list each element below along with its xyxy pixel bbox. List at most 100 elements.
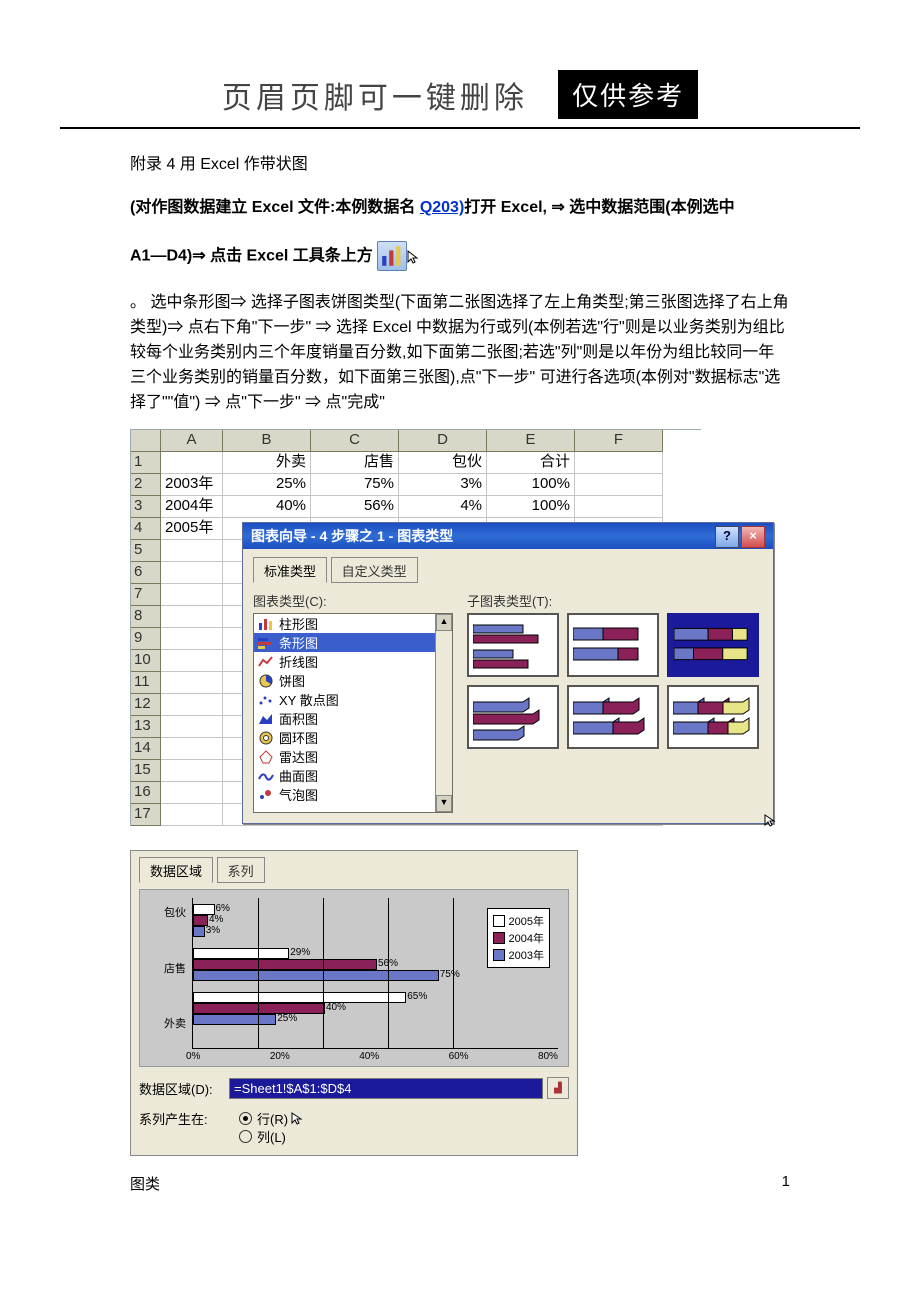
cell[interactable] (575, 452, 663, 474)
cell[interactable]: 25% (223, 474, 311, 496)
radio-cols[interactable]: 列(L) (239, 1127, 304, 1145)
chart-wizard-dialog[interactable]: 图表向导 - 4 步骤之 1 - 图表类型 ? × 标准类型 自定义类型 图表类… (242, 522, 774, 824)
row-number[interactable]: 17 (131, 804, 161, 826)
col-F[interactable]: F (575, 430, 663, 452)
chart-type-item[interactable]: 气泡图 (254, 785, 452, 804)
cell[interactable]: 2005年 (161, 518, 223, 540)
cell[interactable] (161, 760, 223, 782)
cell[interactable]: 100% (487, 496, 575, 518)
header-title: 页眉页脚可一键删除 (222, 73, 528, 117)
row-number[interactable]: 7 (131, 584, 161, 606)
cell[interactable] (161, 716, 223, 738)
chart-type-item[interactable]: 雷达图 (254, 747, 452, 766)
row-number[interactable]: 6 (131, 562, 161, 584)
subtype-3-selected[interactable] (667, 613, 759, 677)
cell[interactable]: 包伙 (399, 452, 487, 474)
row-number[interactable]: 5 (131, 540, 161, 562)
chart-type-item[interactable]: XY 散点图 (254, 690, 452, 709)
subtype-2[interactable] (567, 613, 659, 677)
label-data-range: 数据区域(D): (139, 1079, 229, 1098)
chart-type-item[interactable]: 面积图 (254, 709, 452, 728)
chart-type-item[interactable]: 条形图 (254, 633, 452, 652)
cell[interactable] (161, 738, 223, 760)
cell[interactable] (161, 584, 223, 606)
chart-type-icon (258, 655, 274, 669)
subtype-5[interactable] (567, 685, 659, 749)
cell[interactable]: 56% (311, 496, 399, 518)
row-number[interactable]: 10 (131, 650, 161, 672)
cell[interactable]: 40% (223, 496, 311, 518)
col-C[interactable]: C (311, 430, 399, 452)
list-scrollbar[interactable]: ▲ ▼ (435, 614, 452, 812)
cell[interactable] (161, 650, 223, 672)
data-range-input[interactable]: =Sheet1!$A$1:$D$4 (229, 1078, 543, 1099)
cell[interactable]: 3% (399, 474, 487, 496)
row-number[interactable]: 8 (131, 606, 161, 628)
tab-custom[interactable]: 自定义类型 (331, 557, 418, 583)
wizard-titlebar[interactable]: 图表向导 - 4 步骤之 1 - 图表类型 ? × (243, 523, 773, 549)
row-number[interactable]: 11 (131, 672, 161, 694)
col-A[interactable]: A (161, 430, 223, 452)
chart-type-item[interactable]: 饼图 (254, 671, 452, 690)
chart-type-item[interactable]: 圆环图 (254, 728, 452, 747)
radio-rows[interactable]: 行(R) (239, 1109, 304, 1127)
range-picker-button[interactable]: ▟ (547, 1077, 569, 1099)
chart-type-item[interactable]: 曲面图 (254, 766, 452, 785)
close-button[interactable]: × (741, 526, 765, 548)
chart-type-label: 折线图 (279, 652, 318, 671)
cell[interactable]: 4% (399, 496, 487, 518)
cell[interactable]: 2004年 (161, 496, 223, 518)
cell[interactable] (161, 694, 223, 716)
cell[interactable] (161, 452, 223, 474)
tab-data-range[interactable]: 数据区域 (139, 857, 213, 883)
row-number[interactable]: 15 (131, 760, 161, 782)
corner-cell[interactable] (131, 430, 161, 452)
tab-series[interactable]: 系列 (217, 857, 265, 883)
cell[interactable] (161, 672, 223, 694)
cell[interactable]: 75% (311, 474, 399, 496)
cell[interactable] (161, 606, 223, 628)
row-number[interactable]: 3 (131, 496, 161, 518)
tab-standard[interactable]: 标准类型 (253, 557, 327, 583)
cell[interactable] (575, 474, 663, 496)
cell[interactable]: 100% (487, 474, 575, 496)
cell[interactable]: 店售 (311, 452, 399, 474)
row-number[interactable]: 13 (131, 716, 161, 738)
row-number[interactable]: 2 (131, 474, 161, 496)
link-q203[interactable]: Q203) (420, 199, 464, 216)
cell[interactable] (161, 782, 223, 804)
cell[interactable] (575, 496, 663, 518)
row-number[interactable]: 9 (131, 628, 161, 650)
scroll-down-icon[interactable]: ▼ (436, 795, 452, 812)
cell[interactable]: 合计 (487, 452, 575, 474)
cell[interactable]: 外卖 (223, 452, 311, 474)
excel-header-row: A B C D E F (131, 430, 701, 452)
subtype-4[interactable] (467, 685, 559, 749)
scroll-up-icon[interactable]: ▲ (436, 614, 452, 631)
cell[interactable] (161, 628, 223, 650)
excel-row: 1 外卖店售包伙合计 (131, 452, 701, 474)
cell[interactable] (161, 540, 223, 562)
col-B[interactable]: B (223, 430, 311, 452)
chart-type-item[interactable]: 折线图 (254, 652, 452, 671)
cell[interactable] (161, 562, 223, 584)
cell[interactable]: 2003年 (161, 474, 223, 496)
chart-type-list[interactable]: 柱形图条形图折线图饼图XY 散点图面积图圆环图雷达图曲面图气泡图 ▲ ▼ (253, 613, 453, 813)
chart-wizard-toolbar-icon[interactable] (377, 241, 407, 271)
row-number[interactable]: 1 (131, 452, 161, 474)
row-number[interactable]: 4 (131, 518, 161, 540)
subtype-1[interactable] (467, 613, 559, 677)
row-number[interactable]: 16 (131, 782, 161, 804)
row-number[interactable]: 12 (131, 694, 161, 716)
col-D[interactable]: D (399, 430, 487, 452)
para1-b: 打开 Excel, ⇒ 选中数据范围(本例选中 (464, 199, 734, 216)
cursor-icon (290, 1111, 304, 1128)
chart-type-icon (258, 674, 274, 688)
cell[interactable] (161, 804, 223, 826)
subtype-6[interactable] (667, 685, 759, 749)
row-number[interactable]: 14 (131, 738, 161, 760)
col-E[interactable]: E (487, 430, 575, 452)
chart-type-item[interactable]: 柱形图 (254, 614, 452, 633)
para-1: (对作图数据建立 Excel 文件:本例数据名 Q203)打开 Excel, ⇒… (130, 196, 790, 221)
help-button[interactable]: ? (715, 526, 739, 548)
